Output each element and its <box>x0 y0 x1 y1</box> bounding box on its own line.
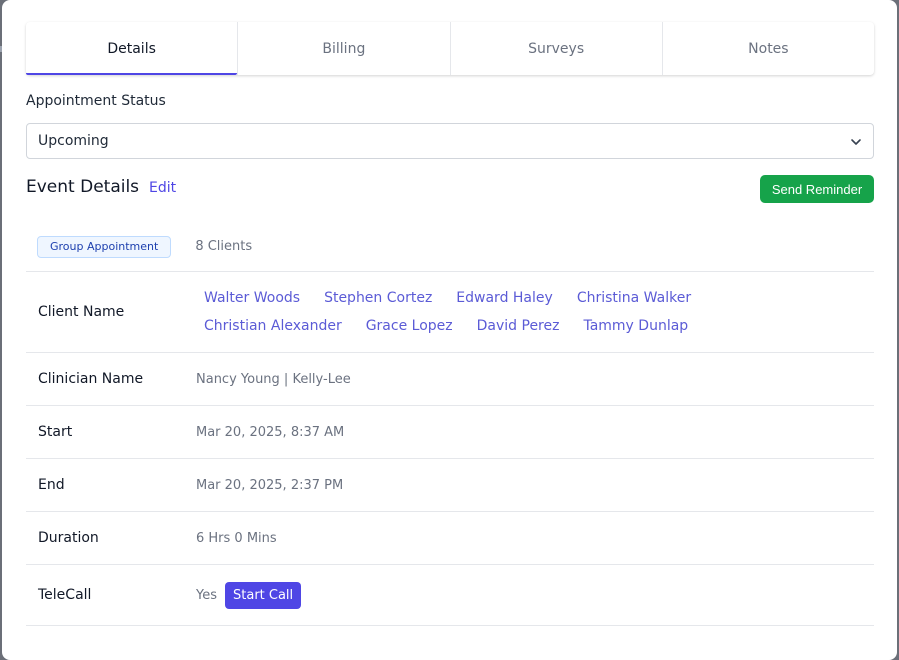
event-details-title: Event Details <box>26 177 140 197</box>
start-label: Start <box>38 424 73 440</box>
client-link[interactable]: David Perez <box>477 317 560 335</box>
client-link[interactable]: Stephen Cortez <box>324 289 432 307</box>
clinician-name-label: Clinician Name <box>38 371 144 387</box>
client-name-label: Client Name <box>38 304 125 320</box>
tab-billing[interactable]: Billing <box>238 22 451 75</box>
tab-bar: Details Billing Surveys Notes <box>26 22 874 75</box>
client-link[interactable]: Grace Lopez <box>366 317 453 335</box>
appointment-status-value: Upcoming <box>38 133 109 149</box>
appointment-status-select[interactable]: Upcoming <box>26 123 874 159</box>
end-value: Mar 20, 2025, 2:37 PM <box>196 477 344 493</box>
appointment-modal: Details Billing Surveys Notes Appointmen… <box>2 0 897 660</box>
duration-label: Duration <box>38 530 99 546</box>
appointment-status-label: Appointment Status <box>26 93 166 109</box>
edit-link[interactable]: Edit <box>149 180 176 196</box>
client-name-row: Client Name Walter Woods Stephen Cortez … <box>26 272 874 353</box>
client-link[interactable]: Walter Woods <box>204 289 300 307</box>
start-value: Mar 20, 2025, 8:37 AM <box>196 424 345 440</box>
telecall-row: TeleCall Yes Start Call <box>26 565 874 626</box>
clients-count: 8 Clients <box>195 239 253 254</box>
end-row: End Mar 20, 2025, 2:37 PM <box>26 459 874 512</box>
start-row: Start Mar 20, 2025, 8:37 AM <box>26 406 874 459</box>
tab-notes[interactable]: Notes <box>663 22 874 75</box>
send-reminder-button[interactable]: Send Reminder <box>760 175 874 203</box>
client-link[interactable]: Christian Alexander <box>204 317 342 335</box>
client-links: Walter Woods Stephen Cortez Edward Haley… <box>196 289 836 335</box>
client-link[interactable]: Tammy Dunlap <box>583 317 688 335</box>
client-link[interactable]: Edward Haley <box>456 289 553 307</box>
end-label: End <box>38 477 65 493</box>
group-info-row: Group Appointment 8 Clients <box>26 222 874 272</box>
client-link[interactable]: Christina Walker <box>577 289 691 307</box>
tab-details[interactable]: Details <box>26 22 239 75</box>
tab-surveys[interactable]: Surveys <box>451 22 663 75</box>
telecall-label: TeleCall <box>38 587 92 603</box>
clinician-name-value: Nancy Young | Kelly-Lee <box>196 371 351 387</box>
duration-row: Duration 6 Hrs 0 Mins <box>26 512 874 565</box>
chevron-down-icon <box>851 139 861 145</box>
telecall-value: Yes <box>196 587 217 603</box>
clinician-row: Clinician Name Nancy Young | Kelly-Lee <box>26 353 874 406</box>
start-call-button[interactable]: Start Call <box>225 581 302 609</box>
duration-value: 6 Hrs 0 Mins <box>196 530 277 546</box>
group-appointment-badge: Group Appointment <box>37 235 172 258</box>
